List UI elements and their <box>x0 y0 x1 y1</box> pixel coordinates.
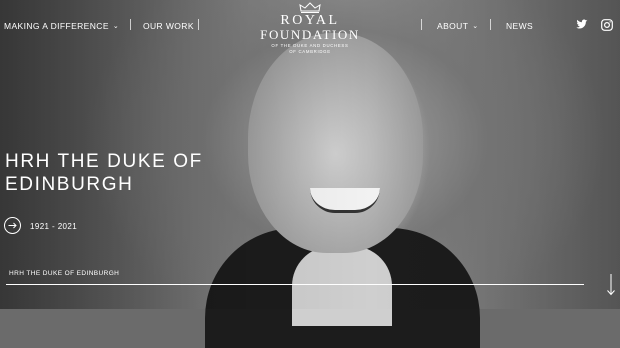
scroll-down-arrow-icon[interactable] <box>606 273 616 297</box>
nav-label: MAKING A DIFFERENCE <box>4 21 109 31</box>
hero-title-line-2: EDINBURGH <box>5 174 134 195</box>
logo-line-foundation: FOUNDATION <box>260 27 360 42</box>
hero-title: HRH THE DUKE OF EDINBURGH <box>5 150 203 196</box>
nav-label: ABOUT <box>437 21 469 31</box>
twitter-icon[interactable] <box>576 19 588 30</box>
royal-foundation-logo[interactable]: ROYAL FOUNDATION OF THE DUKE AND DUCHESS… <box>246 2 374 55</box>
instagram-icon[interactable] <box>601 19 613 31</box>
caption-divider <box>6 284 584 285</box>
logo-subtitle-2: OF CAMBRIDGE <box>289 49 331 54</box>
nav-divider <box>130 19 131 30</box>
nav-divider <box>490 19 491 30</box>
chevron-down-icon: ⌄ <box>472 23 479 30</box>
chevron-down-icon: ⌄ <box>112 23 120 30</box>
nav-label: OUR WORK <box>143 21 194 31</box>
arrow-right-icon <box>8 222 17 229</box>
nav-divider <box>421 19 422 30</box>
logo-line-royal: ROYAL <box>280 13 340 28</box>
hero-years: 1921 - 2021 <box>30 222 78 231</box>
nav-making-a-difference[interactable]: MAKING A DIFFERENCE ⌄ <box>4 21 119 31</box>
arrow-right-button[interactable] <box>4 217 21 234</box>
nav-our-work[interactable]: OUR WORK <box>143 21 194 31</box>
nav-label: NEWS <box>506 21 534 31</box>
hero-caption: HRH THE DUKE OF EDINBURGH <box>9 270 120 277</box>
nav-divider <box>198 19 199 30</box>
hero-title-line-1: HRH THE DUKE OF <box>5 151 203 172</box>
nav-about[interactable]: ABOUT ⌄ <box>437 21 479 31</box>
nav-news[interactable]: NEWS <box>506 21 533 31</box>
crown-icon <box>299 2 321 13</box>
